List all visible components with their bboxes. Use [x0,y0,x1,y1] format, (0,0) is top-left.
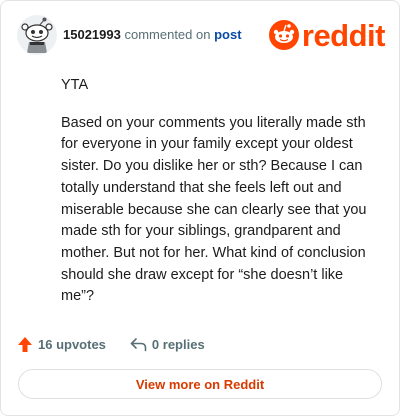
action-text: commented on [124,27,211,42]
comment-paragraph: YTA [61,77,89,93]
view-more-button[interactable]: View more on Reddit [18,369,382,399]
reddit-logo-icon [268,20,299,50]
comment-meta: 15021993 commented on post [63,27,242,42]
comment-body: YTA Based on your comments you literally… [61,75,379,324]
embedded-comment-card: 15021993 commented on post reddit YTA Ba… [0,0,400,416]
reddit-wordmark: reddit [301,17,386,53]
upvotes-stat[interactable]: 16 upvotes [17,336,106,353]
post-link[interactable]: post [214,27,241,42]
comment-header: 15021993 commented on post reddit [17,15,386,55]
username-link[interactable]: 15021993 [63,27,121,42]
avatar[interactable] [17,15,57,55]
replies-count: 0 replies [151,336,205,352]
reddit-logo[interactable]: reddit [268,15,386,55]
comment-footer: 16 upvotes 0 replies [17,333,205,355]
comment-paragraph: Based on your comments you literally mad… [61,114,367,305]
replies-stat[interactable]: 0 replies [130,337,205,352]
snoo-avatar-icon [17,15,57,55]
upvotes-count: 16 upvotes [38,336,106,352]
reply-icon [130,337,147,351]
upvote-arrow-icon [18,336,32,352]
